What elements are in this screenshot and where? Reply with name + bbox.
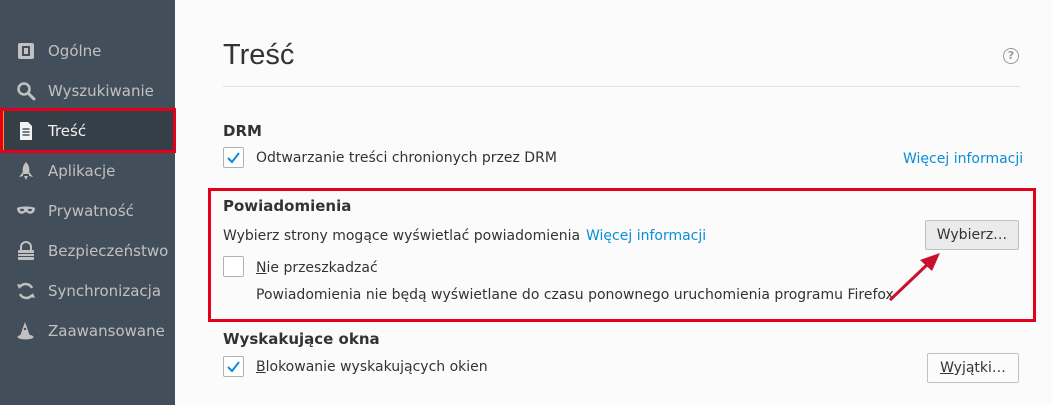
sidebar-item-label: Treść <box>48 122 87 140</box>
sidebar-item-label: Synchronizacja <box>48 282 162 300</box>
exceptions-button-rest: yjątki… <box>953 360 1006 376</box>
checkmark-icon <box>227 152 240 164</box>
sidebar-item-sync[interactable]: Synchronizacja <box>0 271 175 311</box>
document-icon <box>16 121 36 141</box>
annotation-arrow-icon <box>888 253 940 302</box>
sidebar-item-label: Wyszukiwanie <box>48 82 154 100</box>
do-not-disturb-label-rest: ie przeszkadzać <box>266 260 378 276</box>
sidebar-item-label: Ogólne <box>48 42 102 60</box>
access-key-char: N <box>256 260 267 276</box>
access-key-char: W <box>940 360 954 376</box>
do-not-disturb-checkbox[interactable] <box>223 256 244 277</box>
sidebar-item-label: Aplikacje <box>48 162 116 180</box>
sidebar: Ogólne Wyszukiwanie Treść Aplikacje Pryw… <box>0 0 175 405</box>
sidebar-item-label: Bezpieczeństwo <box>48 242 169 260</box>
do-not-disturb-label[interactable]: Nie przeszkadzać <box>256 259 378 277</box>
sidebar-item-security[interactable]: Bezpieczeństwo <box>0 231 175 271</box>
sidebar-item-advanced[interactable]: Zaawansowane <box>0 311 175 351</box>
choose-sites-button[interactable]: Wybierz… <box>925 220 1019 250</box>
general-icon <box>16 41 36 61</box>
header-divider <box>223 86 1020 87</box>
notifications-description: Wybierz strony mogące wyświetlać powiado… <box>223 228 581 244</box>
do-not-disturb-note: Powiadomienia nie będą wyświetlane do cz… <box>256 287 894 303</box>
checkmark-icon <box>227 361 240 373</box>
sidebar-item-general[interactable]: Ogólne <box>0 31 175 71</box>
sidebar-item-privacy[interactable]: Prywatność <box>0 191 175 231</box>
page-title: Treść <box>223 39 295 71</box>
rocket-icon <box>16 161 36 181</box>
wizard-hat-icon <box>16 321 36 341</box>
popups-heading: Wyskakujące okna <box>223 330 380 348</box>
search-icon <box>16 81 36 101</box>
lock-icon <box>16 241 36 261</box>
drm-checkbox[interactable] <box>223 147 244 168</box>
help-icon[interactable]: ? <box>1003 48 1019 64</box>
sync-icon <box>16 281 36 301</box>
access-key-char: B <box>256 359 266 375</box>
exceptions-button[interactable]: Wyjątki… <box>927 353 1019 383</box>
mask-icon <box>16 201 36 221</box>
sidebar-item-content[interactable]: Treść <box>0 111 175 151</box>
sidebar-item-search[interactable]: Wyszukiwanie <box>0 71 175 111</box>
sidebar-item-applications[interactable]: Aplikacje <box>0 151 175 191</box>
block-popups-label[interactable]: Blokowanie wyskakujących okien <box>256 358 488 376</box>
block-popups-label-rest: lokowanie wyskakujących okien <box>265 359 488 375</box>
notifications-more-info-link[interactable]: Więcej informacji <box>586 227 706 245</box>
drm-more-info-link[interactable]: Więcej informacji <box>903 150 1023 168</box>
drm-heading: DRM <box>223 122 262 140</box>
block-popups-checkbox[interactable] <box>223 356 244 377</box>
notifications-heading: Powiadomienia <box>223 197 352 215</box>
sidebar-item-label: Zaawansowane <box>48 322 165 340</box>
sidebar-item-label: Prywatność <box>48 202 134 220</box>
drm-checkbox-label[interactable]: Odtwarzanie treści chronionych przez DRM <box>256 149 557 167</box>
